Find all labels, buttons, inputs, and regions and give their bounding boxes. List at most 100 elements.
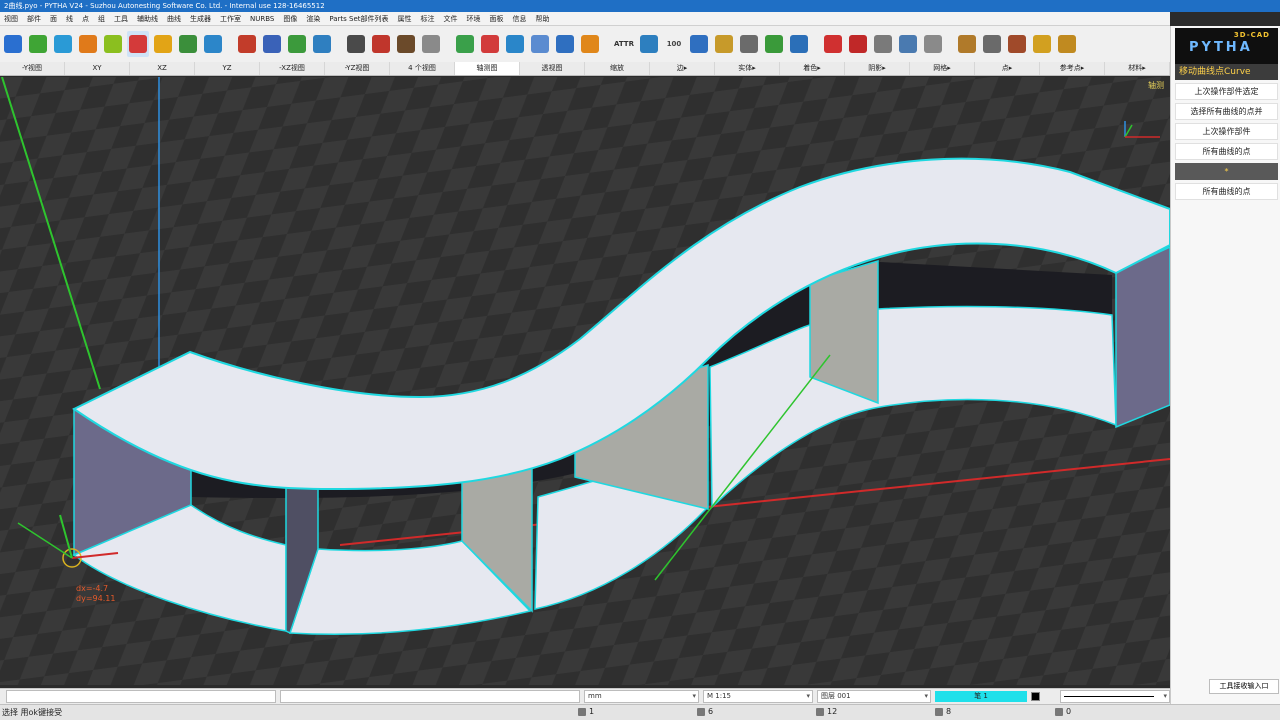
menu-item[interactable]: 部件 — [27, 14, 41, 24]
layer-select[interactable]: 图层 001 ▾ — [817, 690, 931, 703]
toolbar-button[interactable] — [872, 31, 894, 57]
toolbar-button[interactable] — [504, 31, 526, 57]
command-history[interactable] — [280, 690, 580, 703]
toolbar-button[interactable] — [956, 31, 978, 57]
toolbar-button[interactable] — [152, 31, 174, 57]
toolbar-button[interactable] — [27, 31, 49, 57]
view-button[interactable]: -YZ视图 — [325, 62, 390, 75]
toolbar-button[interactable] — [370, 31, 392, 57]
toolbar-button[interactable] — [1006, 31, 1028, 57]
toolbar-button[interactable] — [763, 31, 785, 57]
toolbar-button[interactable] — [897, 31, 919, 57]
menu-item[interactable]: 属性 — [398, 14, 412, 24]
view-button[interactable]: 边▸ — [650, 62, 715, 75]
menu-item[interactable]: 辅助线 — [137, 14, 158, 24]
panel-option[interactable]: 选择所有曲线的点并 — [1175, 103, 1278, 120]
toolbar-button[interactable] — [345, 31, 367, 57]
toolbar-button[interactable] — [420, 31, 442, 57]
menu-item[interactable]: 视图 — [4, 14, 18, 24]
toolbar-button[interactable] — [713, 31, 735, 57]
menu-item[interactable]: 线 — [66, 14, 73, 24]
menu-item[interactable]: 标注 — [421, 14, 435, 24]
toolbar-button[interactable] — [1031, 31, 1053, 57]
toolbar-button[interactable]: 100 — [663, 31, 685, 57]
menu-item[interactable]: NURBS — [250, 15, 274, 23]
menu-item[interactable]: 面板 — [490, 14, 504, 24]
view-button[interactable]: -XZ视图 — [260, 62, 325, 75]
menu-item[interactable]: 帮助 — [536, 14, 550, 24]
toolbar-button[interactable] — [529, 31, 551, 57]
toolbar-button[interactable] — [554, 31, 576, 57]
toolbar-button[interactable] — [688, 31, 710, 57]
panel-option[interactable]: 所有曲线的点 — [1175, 143, 1278, 160]
panel-options: 上次操作部件选定 选择所有曲线的点并 上次操作部件 所有曲线的点 * 所有曲线的点 — [1171, 83, 1280, 200]
menu-item[interactable]: 点 — [82, 14, 89, 24]
view-button[interactable]: 材料▸ — [1105, 62, 1170, 75]
toolbar-button[interactable] — [102, 31, 124, 57]
menu-item[interactable]: 组 — [98, 14, 105, 24]
toolbar-button[interactable] — [454, 31, 476, 57]
toolbar-button[interactable] — [52, 31, 74, 57]
toolbar-button[interactable] — [479, 31, 501, 57]
menu-item[interactable]: 渲染 — [306, 14, 320, 24]
toolbar-button[interactable] — [311, 31, 333, 57]
toolbar-button[interactable] — [77, 31, 99, 57]
toolbar-button[interactable] — [286, 31, 308, 57]
menu-item[interactable]: 工作室 — [220, 14, 241, 24]
scale-select[interactable]: M 1:15 ▾ — [703, 690, 813, 703]
panel-input-button[interactable]: 工具接收输入口 — [1209, 679, 1279, 694]
toolbar-button[interactable] — [1056, 31, 1078, 57]
view-button[interactable]: -Y视图 — [0, 62, 65, 75]
menu-item[interactable]: 生成器 — [190, 14, 211, 24]
menu-item[interactable]: 面 — [50, 14, 57, 24]
toolbar-button[interactable] — [822, 31, 844, 57]
menu-item[interactable]: 文件 — [444, 14, 458, 24]
line-style-select[interactable]: ▾ — [1060, 690, 1170, 703]
toolbar-button[interactable] — [579, 31, 601, 57]
3d-viewport[interactable]: 轴测 dx=-4.7 dy=94.11 — [0, 77, 1170, 685]
toolbar-button[interactable] — [236, 31, 258, 57]
view-button[interactable]: XZ — [130, 62, 195, 75]
scene-canvas[interactable] — [0, 77, 1170, 685]
view-button[interactable]: 点▸ — [975, 62, 1040, 75]
view-button[interactable]: YZ — [195, 62, 260, 75]
view-button[interactable]: 参考点▸ — [1040, 62, 1105, 75]
view-button[interactable]: 透视图 — [520, 62, 585, 75]
menu-item[interactable]: Parts Set部件列表 — [329, 14, 388, 24]
menu-item[interactable]: 工具 — [114, 14, 128, 24]
toolbar-button[interactable] — [738, 31, 760, 57]
menu-item[interactable]: 信息 — [513, 14, 527, 24]
toolbar-button[interactable] — [395, 31, 417, 57]
panel-option[interactable]: 上次操作部件 — [1175, 123, 1278, 140]
menu-item[interactable]: 环境 — [467, 14, 481, 24]
toolbar-button[interactable] — [2, 31, 24, 57]
view-button[interactable]: 轴测图 — [455, 62, 520, 75]
figure-red-icon — [372, 35, 390, 53]
pen-color-select[interactable]: 笔 1 — [935, 691, 1027, 702]
toolbar-button[interactable] — [202, 31, 224, 57]
toolbar-button[interactable] — [922, 31, 944, 57]
view-button[interactable]: 实体▸ — [715, 62, 780, 75]
panel-option[interactable]: 所有曲线的点 — [1175, 183, 1278, 200]
pen-color-swatch[interactable] — [1031, 692, 1040, 701]
view-button[interactable]: 阴影▸ — [845, 62, 910, 75]
toolbar-button[interactable] — [981, 31, 1003, 57]
toolbar-button[interactable] — [788, 31, 810, 57]
menu-item[interactable]: 曲线 — [167, 14, 181, 24]
command-input[interactable] — [6, 690, 276, 703]
view-button[interactable]: 缩放 — [585, 62, 650, 75]
menu-item[interactable]: 图像 — [283, 14, 297, 24]
toolbar-button[interactable] — [638, 31, 660, 57]
toolbar-button[interactable] — [177, 31, 199, 57]
unit-select[interactable]: mm ▾ — [584, 690, 699, 703]
view-button[interactable]: 4 个视图 — [390, 62, 455, 75]
panel-option[interactable]: * — [1175, 163, 1278, 180]
toolbar-button[interactable] — [127, 31, 149, 57]
panel-option[interactable]: 上次操作部件选定 — [1175, 83, 1278, 100]
toolbar-button[interactable]: ATTR — [613, 31, 635, 57]
view-button[interactable]: 网格▸ — [910, 62, 975, 75]
view-button[interactable]: XY — [65, 62, 130, 75]
toolbar-button[interactable] — [261, 31, 283, 57]
toolbar-button[interactable] — [847, 31, 869, 57]
view-button[interactable]: 着色▸ — [780, 62, 845, 75]
